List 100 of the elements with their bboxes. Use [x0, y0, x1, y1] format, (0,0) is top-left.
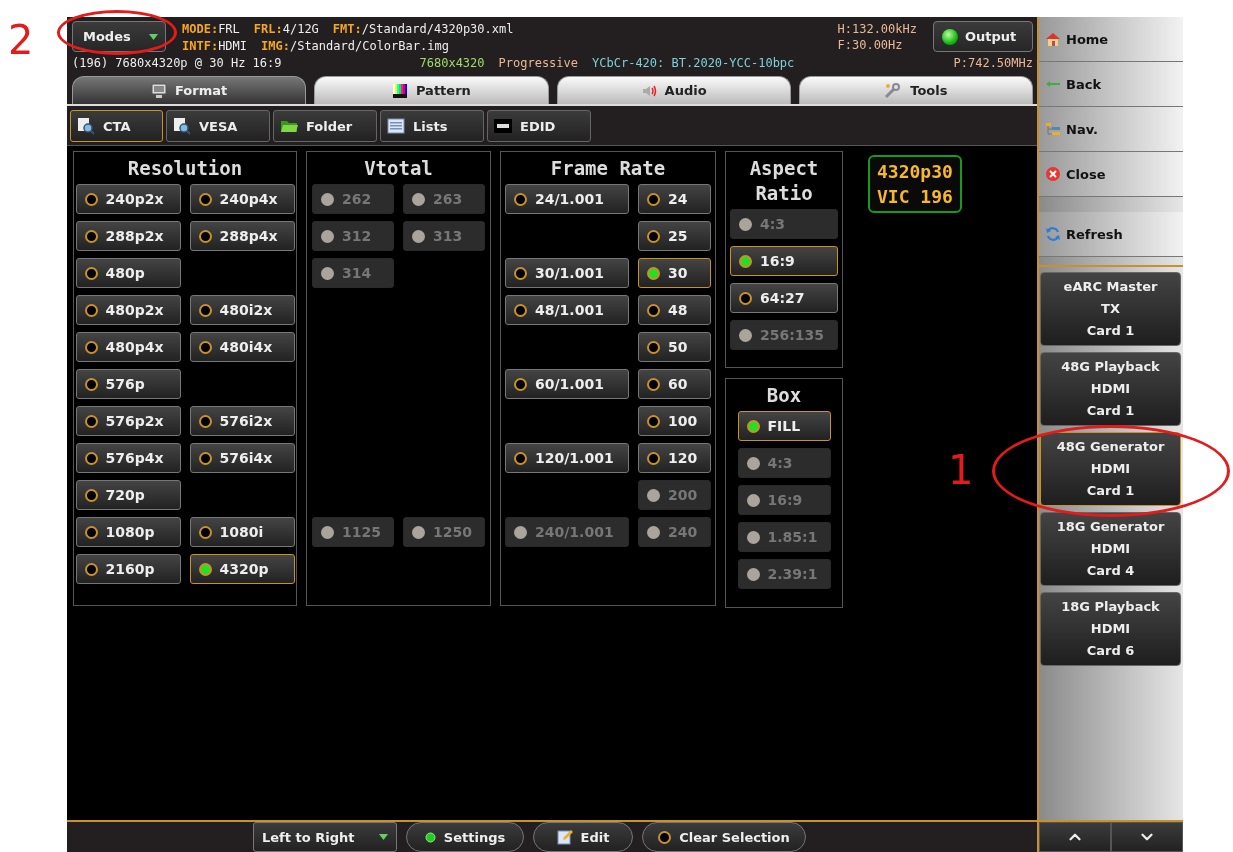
direction-dropdown[interactable]: Left to Right — [253, 822, 397, 852]
status-dot-icon — [424, 831, 436, 843]
nav-button[interactable]: Nav. — [1039, 107, 1183, 152]
radio-option[interactable]: 48 — [638, 295, 711, 325]
card-button[interactable]: 18G Generator HDMI Card 4 — [1040, 512, 1181, 586]
panel-title: Resolution — [127, 156, 243, 181]
radio-option[interactable]: 576i4x — [189, 443, 295, 473]
info-field: IMG:/Standard/ColorBar.img — [261, 38, 449, 55]
card-button[interactable]: eARC Master TX Card 1 — [1040, 272, 1181, 346]
caret-icon — [149, 33, 158, 40]
folder-icon — [280, 118, 298, 134]
panel-title: Vtotal — [364, 156, 433, 181]
radio-option[interactable]: 120/1.001 — [505, 443, 629, 473]
pencil-icon — [556, 829, 573, 845]
radio-option[interactable]: 64:27 — [730, 283, 838, 313]
radio-icon — [658, 830, 672, 844]
tools-icon — [884, 82, 903, 99]
pixel-clock: P:742.50MHz — [953, 56, 1033, 71]
sub-tab[interactable]: VESA — [166, 110, 270, 142]
radio-option[interactable]: 288p2x — [75, 221, 181, 251]
sub-tab[interactable]: CTA — [70, 110, 163, 142]
tab[interactable]: Tools — [798, 76, 1033, 104]
radio-option[interactable]: 1080i — [189, 517, 295, 547]
refresh-icon — [1045, 226, 1061, 242]
radio-option[interactable]: 24 — [638, 184, 711, 214]
radio-option[interactable]: 480i2x — [189, 295, 295, 325]
annotation-number: 2 — [8, 18, 34, 62]
output-button[interactable]: Output — [933, 21, 1033, 52]
radio-option[interactable]: 576i2x — [189, 406, 295, 436]
led-icon — [942, 28, 958, 45]
panel-title: Box — [766, 383, 802, 408]
color-bars-icon — [391, 82, 408, 99]
format-badge: 4320p30 VIC 196 — [868, 155, 962, 213]
info-field: FRL:4/12G — [253, 21, 319, 38]
frame-rate: F:30.00Hz — [837, 37, 904, 53]
radio-option[interactable]: 480p2x — [75, 295, 181, 325]
radio-option[interactable]: 30 — [638, 258, 711, 288]
radio-option[interactable]: 576p4x — [75, 443, 181, 473]
close-icon — [1045, 166, 1061, 182]
card-button[interactable]: 18G Playback HDMI Card 6 — [1040, 592, 1181, 666]
card-button[interactable]: 48G Playback HDMI Card 1 — [1040, 352, 1181, 426]
tree-icon — [1045, 122, 1061, 136]
chip-icon — [494, 119, 512, 133]
radio-option[interactable]: 2160p — [75, 554, 181, 584]
radio-option[interactable]: 1080p — [75, 517, 181, 547]
panel-title: Frame Rate — [550, 156, 666, 181]
clear-selection-button[interactable]: Clear Selection — [642, 822, 806, 852]
radio-option[interactable]: 25 — [638, 221, 711, 251]
radio-option[interactable]: 60 — [638, 369, 711, 399]
radio-option[interactable]: 120 — [638, 443, 711, 473]
radio-option[interactable]: 240p4x — [189, 184, 295, 214]
list-icon — [387, 118, 405, 134]
colorimetry-text: YCbCr-420: BT.2020-YCC-10bpc — [592, 56, 795, 71]
back-arrow-icon — [1045, 78, 1061, 90]
edit-button[interactable]: Edit — [533, 822, 633, 852]
search-icon — [173, 117, 191, 135]
nav-button[interactable]: Back — [1039, 62, 1183, 107]
radio-option[interactable]: 16:9 — [730, 246, 838, 276]
nav-button[interactable]: Refresh — [1039, 212, 1183, 257]
info-field: INTF:HDMI — [182, 38, 248, 55]
monitor-icon — [151, 82, 167, 99]
card-button[interactable]: 48G Generator HDMI Card 1 — [1040, 432, 1181, 506]
radio-option[interactable]: 240p2x — [75, 184, 181, 214]
search-icon — [77, 117, 95, 135]
tab[interactable]: Audio — [556, 76, 791, 104]
radio-option[interactable]: FILL — [737, 411, 831, 441]
sub-tab[interactable]: Folder — [273, 110, 377, 142]
radio-option[interactable]: 100 — [638, 406, 711, 436]
resolution-text: 7680x4320 — [419, 56, 485, 71]
scroll-down-button[interactable] — [1111, 822, 1183, 852]
radio-option[interactable]: 50 — [638, 332, 711, 362]
info-field: MODE:FRL — [182, 21, 240, 38]
settings-button[interactable]: Settings — [406, 822, 524, 852]
timing-text: (196) 7680x4320p @ 30 Hz 16:9 — [72, 56, 282, 71]
radio-option[interactable]: 24/1.001 — [505, 184, 629, 214]
sub-tab[interactable]: EDID — [487, 110, 591, 142]
radio-option[interactable]: 4320p — [189, 554, 295, 584]
radio-option[interactable]: 480i4x — [189, 332, 295, 362]
radio-option[interactable]: 576p — [75, 369, 181, 399]
h-frequency: H:132.00kHz — [837, 21, 917, 37]
modes-dropdown[interactable]: Modes — [72, 21, 166, 52]
nav-button[interactable]: Close — [1039, 152, 1183, 197]
annotation-number: 1 — [948, 448, 974, 492]
radio-option[interactable]: 480p4x — [75, 332, 181, 362]
radio-option[interactable]: 48/1.001 — [505, 295, 629, 325]
tab[interactable]: Format — [72, 76, 307, 104]
radio-option[interactable]: 576p2x — [75, 406, 181, 436]
radio-option[interactable]: 60/1.001 — [505, 369, 629, 399]
scroll-up-button[interactable] — [1039, 822, 1111, 852]
nav-button[interactable]: Home — [1039, 17, 1183, 62]
house-icon — [1045, 31, 1061, 47]
info-field: FMT:/Standard/4320p30.xml — [332, 21, 514, 38]
caret-icon — [379, 834, 388, 840]
tab[interactable]: Pattern — [314, 76, 549, 104]
radio-option[interactable]: 720p — [75, 480, 181, 510]
radio-option[interactable]: 30/1.001 — [505, 258, 629, 288]
scan-text: Progressive — [498, 56, 579, 71]
radio-option[interactable]: 480p — [75, 258, 181, 288]
radio-option[interactable]: 288p4x — [189, 221, 295, 251]
sub-tab[interactable]: Lists — [380, 110, 484, 142]
